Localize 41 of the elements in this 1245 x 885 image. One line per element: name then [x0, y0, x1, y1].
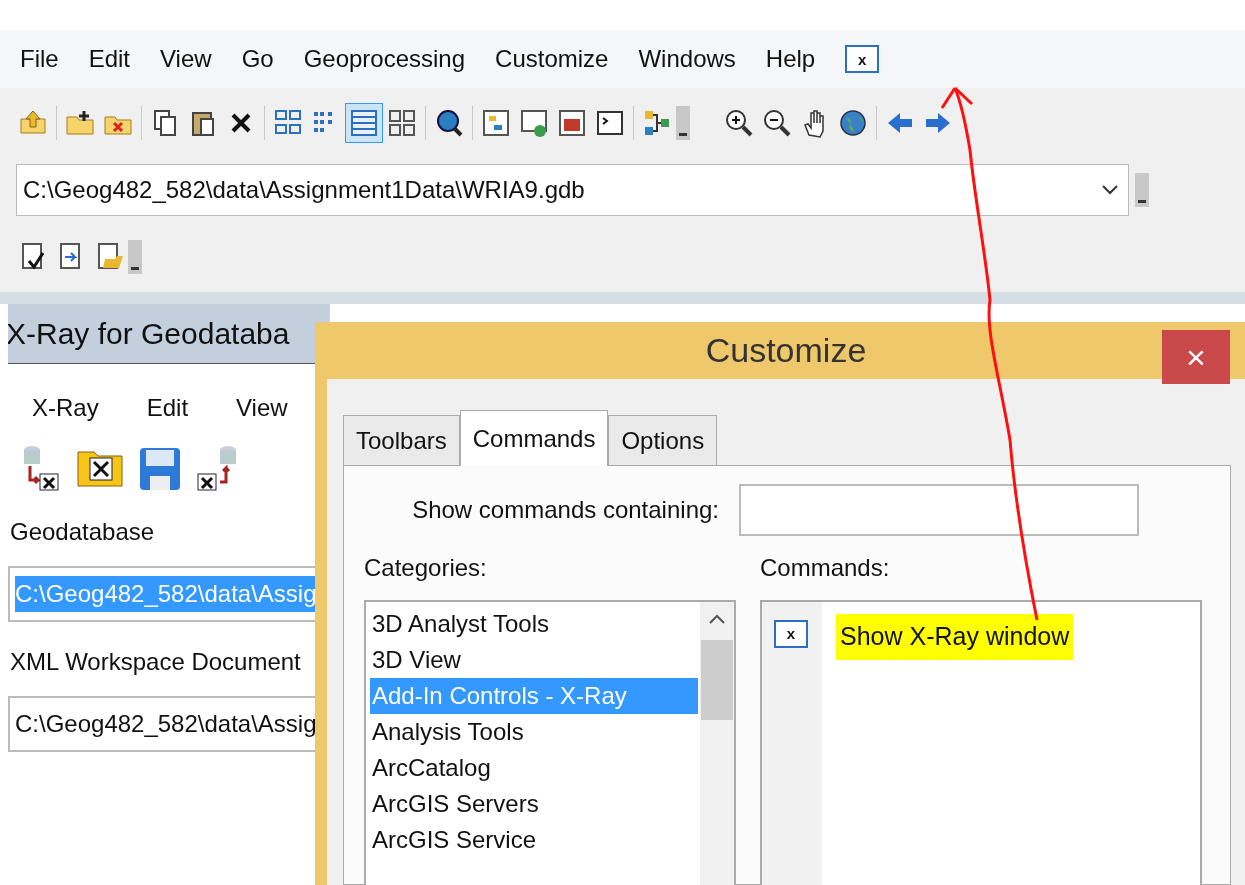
search-field[interactable]	[739, 484, 1139, 536]
category-item[interactable]: ArcGIS Servers	[370, 786, 698, 822]
command-item[interactable]: Show X-Ray window	[836, 614, 1074, 660]
location-combo[interactable]: C:\Geog482_582\data\Assignment1Data\WRIA9.gdb	[16, 164, 1129, 216]
menu-item[interactable]: View	[236, 390, 288, 426]
search-label: Show commands containing:	[411, 495, 720, 525]
menu-item[interactable]: Edit	[88, 41, 131, 77]
toolbar-overflow-icon[interactable]	[128, 240, 142, 274]
menu-item[interactable]: View	[160, 41, 212, 77]
categories-list[interactable]: 3D Analyst Tools 3D View Add-In Controls - X-Ray Analysis Tools ArcCatalog ArcGIS Servers ArcGIS Service	[364, 600, 736, 885]
category-item[interactable]: 3D Analyst Tools	[370, 606, 698, 642]
field-label: XML Workspace Document	[9, 647, 302, 677]
menu-item[interactable]: Go	[241, 41, 274, 77]
field-label: Geodatabase	[9, 517, 156, 547]
close-button[interactable]: ×	[1162, 330, 1230, 384]
menu-item[interactable]: File	[20, 41, 59, 77]
menu-item[interactable]: X-Ray	[32, 390, 99, 426]
commands-label: Commands:	[760, 553, 891, 583]
tab[interactable]: Commands	[459, 410, 609, 466]
commands-list[interactable]: x Show X-Ray window	[760, 600, 1202, 885]
tab[interactable]: Toolbars	[343, 415, 460, 465]
category-item[interactable]: 3D View	[370, 642, 698, 678]
command-icon: x	[774, 620, 808, 648]
toolbar-overflow-icon[interactable]	[1135, 173, 1149, 207]
category-item[interactable]: Analysis Tools	[370, 714, 698, 750]
menu-item[interactable]: Edit	[146, 390, 189, 426]
menu-item[interactable]: Windows	[638, 41, 736, 77]
menu-item[interactable]: Customize	[495, 41, 609, 77]
dialog-title: Customize	[705, 330, 867, 371]
addin-button[interactable]: x	[845, 45, 880, 73]
toolbar-overflow-icon[interactable]	[676, 106, 690, 140]
category-item[interactable]: ArcCatalog	[370, 750, 698, 786]
details-view-icon[interactable]	[345, 103, 383, 143]
category-item[interactable]: ArcGIS Service	[370, 822, 698, 858]
scrollbar[interactable]	[700, 602, 734, 885]
dropdown-caret-icon	[1102, 185, 1118, 195]
menu-item[interactable]: Geoprocessing	[303, 41, 466, 77]
categories-label: Categories:	[364, 553, 488, 583]
tab[interactable]: Options	[608, 415, 718, 465]
scroll-up-icon	[709, 614, 725, 624]
menu-item[interactable]: Help	[765, 41, 816, 77]
